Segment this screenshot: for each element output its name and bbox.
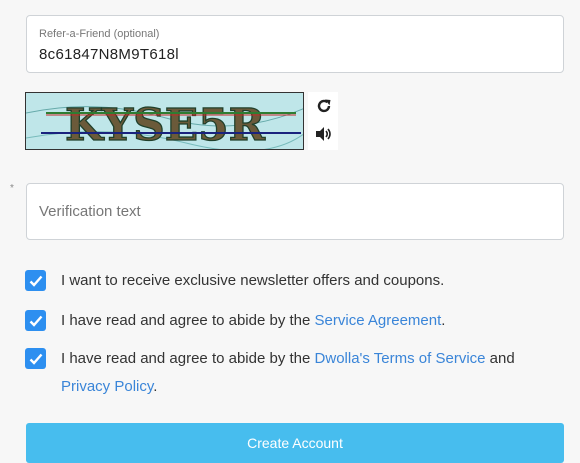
referral-value[interactable]: 8c61847N8M9T618l	[39, 46, 179, 63]
terms-of-service-link[interactable]: Dwolla's Terms of Service	[315, 350, 486, 367]
speaker-icon[interactable]	[314, 124, 334, 144]
service-agreement-checkbox[interactable]	[25, 310, 46, 331]
create-account-button[interactable]: Create Account	[26, 423, 564, 463]
privacy-policy-link[interactable]: Privacy Policy	[61, 378, 153, 395]
captcha-text: KYSE5R	[65, 100, 265, 150]
checkmark-icon	[29, 275, 42, 287]
checkmark-icon	[29, 315, 42, 327]
terms-checkbox[interactable]	[25, 348, 46, 369]
newsletter-label: I want to receive exclusive newsletter o…	[61, 272, 445, 289]
captcha-image: KYSE5R	[25, 92, 304, 150]
checkmark-icon	[29, 353, 42, 365]
service-agreement-link[interactable]: Service Agreement	[315, 312, 442, 329]
newsletter-checkbox[interactable]	[25, 270, 46, 291]
refresh-icon[interactable]	[314, 96, 334, 116]
terms-label: I have read and agree to abide by the Dw…	[61, 350, 515, 395]
referral-field[interactable]: Refer-a-Friend (optional) 8c61847N8M9T61…	[26, 15, 564, 73]
service-agreement-label: I have read and agree to abide by the Se…	[61, 312, 446, 329]
verification-field[interactable]	[26, 183, 564, 240]
required-marker: *	[10, 183, 14, 194]
verification-input[interactable]	[27, 184, 563, 239]
captcha-svg: KYSE5R	[26, 93, 303, 150]
referral-label: Refer-a-Friend (optional)	[39, 28, 160, 40]
captcha-controls	[308, 92, 338, 150]
